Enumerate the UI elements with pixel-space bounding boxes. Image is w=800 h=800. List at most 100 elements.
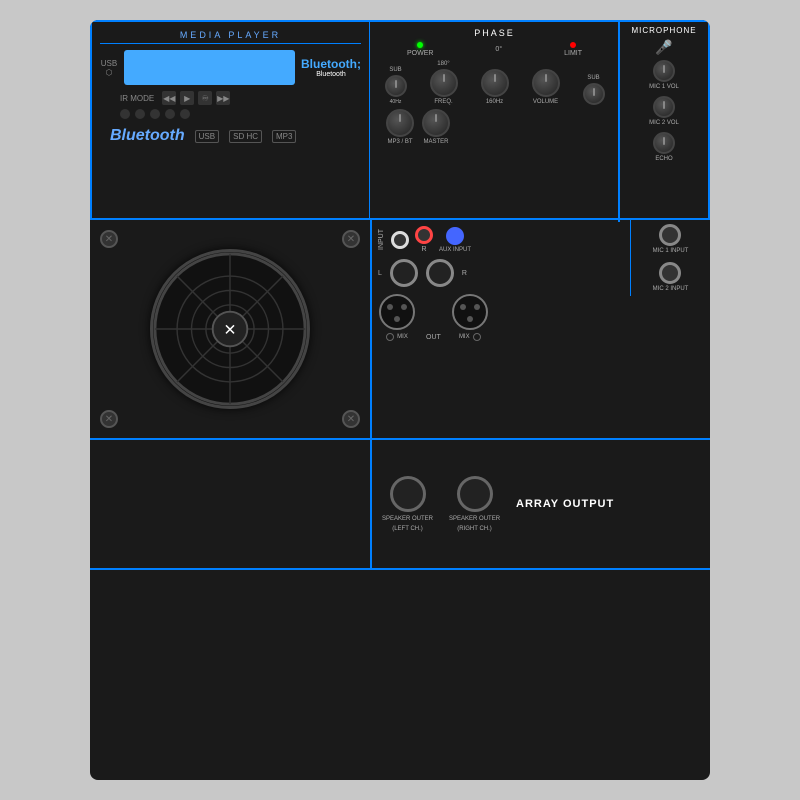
sub-knob-right-group: SUB (583, 75, 605, 105)
bt-label: Bluetooth (301, 71, 361, 78)
power-led (417, 42, 423, 48)
mix-indicator-right (473, 333, 481, 341)
mic1-vol-knob[interactable] (653, 60, 675, 82)
xlr-left-connector[interactable] (378, 293, 416, 331)
out-label: OUT (426, 334, 441, 341)
bluetooth-logo: Bluetooth (110, 127, 185, 145)
mic1-input-group: MIC 1 INPUT (653, 224, 689, 254)
aux-input-group: AUX INPUT (439, 227, 471, 253)
sub-knob-left-group: SUB 40Hz (385, 67, 407, 105)
mode-btn-3[interactable] (150, 109, 160, 119)
phase-180-knob-group: 180° FREQ. (430, 61, 458, 105)
speaker-outer-left-jack[interactable] (390, 476, 426, 512)
speaker-left-area (90, 440, 370, 568)
mp3bt-knob[interactable] (386, 109, 414, 137)
speaker-outer-right-label: SPEAKER OUTER (449, 516, 500, 522)
cooling-fan: ✕ (150, 249, 310, 409)
screw-top-right: ✕ (342, 230, 360, 248)
logo-row: Bluetooth USB SD HC MP3 (100, 127, 361, 145)
master-knob-group: MASTER (422, 109, 450, 145)
speaker-right-area: SPEAKER OUTER (LEFT CH.) SPEAKER OUTER (… (370, 440, 710, 568)
fan-section: ✕ ✕ ✕ ✕ ✕ (90, 220, 370, 438)
mic1-input-jack[interactable] (659, 224, 681, 246)
loop-btn[interactable]: ♾ (198, 91, 212, 105)
phase-indicators-row: POWER 0° LIMIT (376, 42, 613, 57)
zero-degree-indicator: 0° (495, 46, 502, 53)
input-label: INPUT (378, 229, 385, 250)
volume-knob[interactable] (532, 69, 560, 97)
mix-out-left-group: MIX (378, 293, 416, 341)
echo-group: ECHO (624, 132, 704, 162)
screw-bottom-left: ✕ (100, 410, 118, 428)
speaker-outer-right-jack[interactable] (457, 476, 493, 512)
mic2-input-group: MIC 2 INPUT (653, 262, 689, 292)
knob-row-1: SUB 40Hz 180° FREQ. 160Hz VOLUME (376, 61, 613, 105)
rca-white-jack[interactable] (391, 231, 409, 249)
svg-text:✕: ✕ (224, 322, 237, 339)
mode-btn-5[interactable] (180, 109, 190, 119)
lcd-display (124, 50, 295, 85)
mic-input-jacks: MIC 1 INPUT MIC 2 INPUT (635, 224, 706, 292)
quarter-inch-right[interactable] (426, 259, 454, 287)
mic1-vol-group: MIC 1 VOL (624, 60, 704, 90)
mode-btn-2[interactable] (135, 109, 145, 119)
phase-title: PHASE (376, 28, 613, 38)
mic2-vol-group: MIC 2 VOL (624, 96, 704, 126)
phase-180-knob[interactable] (430, 69, 458, 97)
usb-connector[interactable]: USB ⬡ (100, 59, 118, 77)
limit-led (570, 42, 576, 48)
speaker-output-section: SPEAKER OUTER (LEFT CH.) SPEAKER OUTER (… (90, 440, 710, 570)
rca-white-group (391, 231, 409, 249)
speaker-outer-left-group: SPEAKER OUTER (LEFT CH.) (382, 476, 433, 532)
speaker-outer-right-group: SPEAKER OUTER (RIGHT CH.) (449, 476, 500, 532)
r-label-2: R (462, 270, 467, 277)
quarter-inch-left[interactable] (390, 259, 418, 287)
speaker-outer-left-label: SPEAKER OUTER (382, 516, 433, 522)
freq-160-knob[interactable] (481, 69, 509, 97)
media-player-title: MEDIA PLAYER (100, 30, 361, 44)
r-label: R (421, 246, 426, 253)
next-btn[interactable]: ▶▶ (216, 91, 230, 105)
phase-controls-section: PHASE POWER 0° LIMIT SUB (370, 20, 710, 220)
sub-knob-right[interactable] (583, 83, 605, 105)
out-label-group: OUT (426, 334, 441, 341)
sd-logo: SD HC (229, 130, 262, 143)
middle-panel: ✕ ✕ ✕ ✕ ✕ (90, 220, 710, 440)
rca-red-jack[interactable] (415, 226, 433, 244)
xlr-right-connector[interactable] (451, 293, 489, 331)
mix-out-right-group: MIX (451, 293, 489, 341)
aux-input-label: AUX INPUT (439, 247, 471, 253)
mic-icon: 🎤 (624, 39, 704, 56)
volume-knob-group: VOLUME (532, 69, 560, 105)
usb-logo: USB (195, 130, 219, 143)
array-output-label: ARRAY OUTPUT (516, 498, 614, 510)
echo-knob[interactable] (653, 132, 675, 154)
play-btn[interactable]: ▶ (180, 91, 194, 105)
aux-input-jack[interactable] (446, 227, 464, 245)
audio-mixer-device: MEDIA PLAYER USB ⬡ Bluetooth; Bluetooth … (90, 20, 710, 780)
mic1-input-label: MIC 1 INPUT (653, 248, 689, 254)
power-indicator: POWER (407, 42, 433, 57)
master-knob[interactable] (422, 109, 450, 137)
freq-160-knob-group: 160Hz (481, 69, 509, 105)
fan-grill-svg: ✕ (153, 249, 307, 409)
mic2-vol-knob[interactable] (653, 96, 675, 118)
limit-indicator: LIMIT (564, 42, 582, 57)
ir-mode-row: IR MODE ◀◀ ▶ ♾ ▶▶ (100, 91, 361, 105)
mic2-input-jack[interactable] (659, 262, 681, 284)
media-top-row: USB ⬡ Bluetooth; Bluetooth (100, 50, 361, 85)
io-section: INPUT R AUX INPUT MI (370, 220, 710, 438)
l-label: L (378, 270, 382, 277)
mic-inputs-section: MIC 1 INPUT MIC 2 INPUT (630, 220, 710, 296)
sub-knob-left[interactable] (385, 75, 407, 97)
left-ch-label: (LEFT CH.) (392, 526, 423, 532)
array-output-group: ARRAY OUTPUT (516, 498, 614, 510)
mp3bt-knob-group: MP3 / BT (386, 109, 414, 145)
mp3-logo: MP3 (272, 130, 296, 143)
mode-btn-1[interactable] (120, 109, 130, 119)
mode-btn-4[interactable] (165, 109, 175, 119)
media-player-section: MEDIA PLAYER USB ⬡ Bluetooth; Bluetooth … (90, 20, 370, 220)
mode-buttons-row (100, 109, 361, 119)
right-ch-label: (RIGHT CH.) (457, 526, 492, 532)
prev-btn[interactable]: ◀◀ (162, 91, 176, 105)
